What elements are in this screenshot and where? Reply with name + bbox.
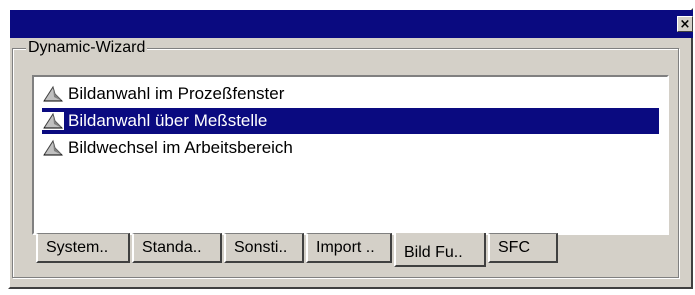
wizard-listbox[interactable]: Bildanwahl im Prozeßfenster Bildanwahl ü… [32, 75, 669, 235]
list-item-selected[interactable]: Bildanwahl über Meßstelle [42, 108, 659, 134]
tab-system[interactable]: System.. [36, 233, 130, 263]
list-item[interactable]: Bildanwahl im Prozeßfenster [42, 81, 286, 107]
title-bar[interactable]: × [10, 10, 693, 38]
list-item-label: Bildwechsel im Arbeitsbereich [68, 138, 293, 157]
tab-bild-funktionen[interactable]: Bild Fu.. [394, 233, 486, 267]
list-item-label: Bildanwahl über Meßstelle [66, 111, 270, 131]
wizard-icon [43, 139, 64, 156]
tab-sonstige[interactable]: Sonsti.. [224, 233, 304, 263]
list-item-label: Bildanwahl im Prozeßfenster [68, 84, 285, 103]
wizard-icon [43, 85, 64, 102]
close-icon: × [679, 16, 691, 32]
close-button[interactable]: × [677, 16, 693, 32]
tab-standard[interactable]: Standa.. [132, 233, 222, 263]
list-item[interactable]: Bildwechsel im Arbeitsbereich [42, 135, 295, 161]
tab-sfc[interactable]: SFC [488, 233, 558, 263]
group-label: Dynamic-Wizard [26, 38, 148, 58]
tab-import[interactable]: Import .. [306, 233, 392, 263]
tab-strip: System.. Standa.. Sonsti.. Import .. Bil… [36, 233, 560, 267]
wizard-icon [42, 112, 64, 130]
